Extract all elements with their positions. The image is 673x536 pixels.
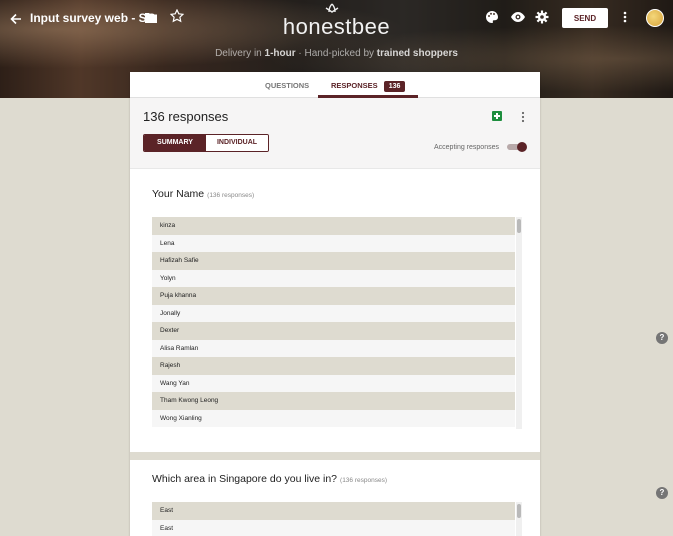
accepting-responses-toggle[interactable] bbox=[507, 142, 527, 152]
accepting-responses-label: Accepting responses bbox=[434, 144, 499, 151]
question-title: Your Name (136 responses) bbox=[152, 188, 254, 200]
toggle-knob bbox=[517, 142, 527, 152]
list-item: Rajesh bbox=[152, 357, 515, 375]
answer-list[interactable]: kinza Lena Hafizah Safie Yolyn Puja khan… bbox=[152, 217, 522, 429]
responses-card: QUESTIONS RESPONSES 136 136 responses SUM… bbox=[130, 72, 540, 536]
responses-header: 136 responses SUMMARY INDIVIDUAL Accepti… bbox=[130, 98, 540, 168]
scroll-thumb[interactable] bbox=[517, 219, 521, 233]
tab-responses-label: RESPONSES bbox=[331, 81, 378, 90]
bee-logo-icon bbox=[325, 3, 339, 13]
question-text: Your Name bbox=[152, 188, 205, 200]
responses-count-badge: 136 bbox=[383, 81, 406, 92]
question-response-count: (136 responses) bbox=[340, 477, 388, 484]
list-item: Alisa Ramlan bbox=[152, 339, 515, 357]
question-title: Which area in Singapore do you live in?(… bbox=[152, 473, 387, 485]
tagline-part: 1-hour bbox=[264, 48, 296, 59]
tagline-part: trained shoppers bbox=[376, 48, 458, 59]
more-vert-icon[interactable] bbox=[520, 110, 526, 123]
list-item: kinza bbox=[152, 217, 515, 235]
list-item: Tham Kwong Leong bbox=[152, 392, 515, 410]
scroll-thumb[interactable] bbox=[517, 504, 521, 518]
question-summary: Your Name (136 responses) kinza Lena Hafi… bbox=[130, 168, 540, 450]
list-item: Hafizah Safie bbox=[152, 252, 515, 270]
sheets-icon[interactable] bbox=[492, 111, 502, 121]
view-toggle: SUMMARY INDIVIDUAL bbox=[143, 134, 269, 152]
list-item: Dexter bbox=[152, 322, 515, 340]
tagline-part: Delivery in bbox=[215, 48, 265, 59]
question-text: Which area in Singapore do you live in? bbox=[152, 473, 338, 485]
question-response-count: (136 responses) bbox=[207, 192, 255, 199]
help-icon[interactable]: ? bbox=[656, 487, 668, 499]
scrollbar[interactable] bbox=[516, 217, 522, 429]
list-item: Lena bbox=[152, 234, 515, 252]
tagline: Delivery in 1-hour · Hand-picked by trai… bbox=[0, 48, 673, 59]
list-item: Puja khanna bbox=[152, 287, 515, 305]
list-item: Jonally bbox=[152, 304, 515, 322]
list-item: East bbox=[152, 502, 515, 520]
list-item: Wong Xianling bbox=[152, 409, 515, 427]
scrollbar[interactable] bbox=[516, 502, 522, 536]
brand: honestbee bbox=[0, 3, 673, 40]
summary-button[interactable]: SUMMARY bbox=[144, 135, 206, 151]
list-item: East bbox=[152, 519, 515, 536]
question-summary: Which area in Singapore do you live in?(… bbox=[130, 452, 540, 536]
list-item: Wang Yan bbox=[152, 374, 515, 392]
tagline-part: · Hand-picked by bbox=[295, 48, 377, 59]
tab-questions[interactable]: QUESTIONS bbox=[265, 81, 309, 90]
list-item: Yolyn bbox=[152, 269, 515, 287]
tab-bar: QUESTIONS RESPONSES 136 bbox=[130, 72, 540, 98]
tab-responses[interactable]: RESPONSES 136 bbox=[331, 81, 406, 92]
answer-list[interactable]: East East bbox=[152, 502, 522, 536]
individual-button[interactable]: INDIVIDUAL bbox=[206, 135, 268, 151]
responses-title: 136 responses bbox=[143, 109, 229, 124]
help-icon[interactable]: ? bbox=[656, 332, 668, 344]
